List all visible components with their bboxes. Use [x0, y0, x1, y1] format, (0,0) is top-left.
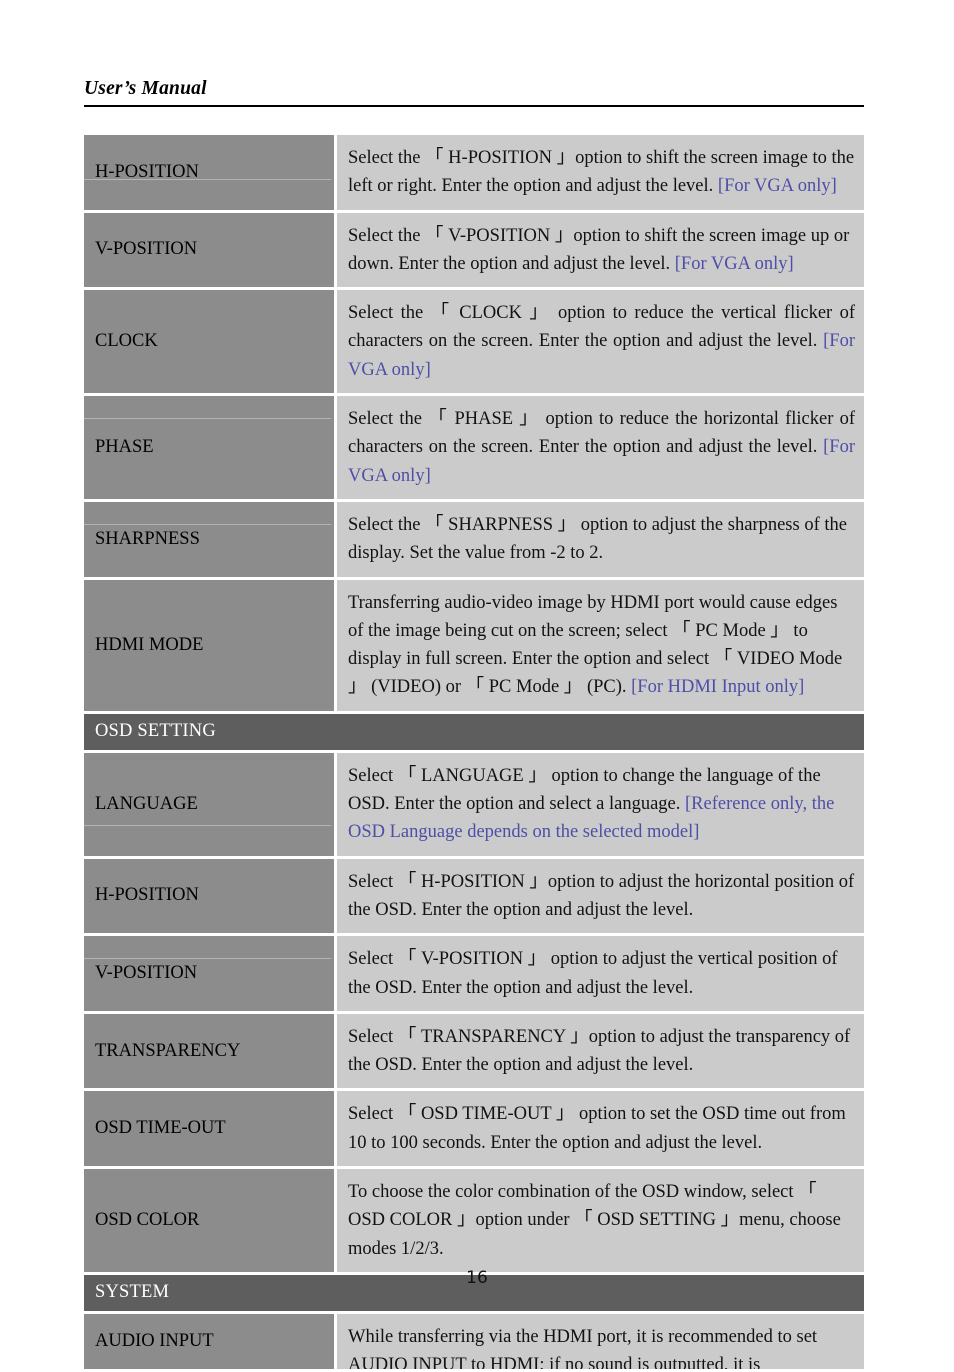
setting-description: While transferring via the HDMI port, it…: [348, 1326, 818, 1369]
setting-description: Select 「 H-POSITION 」option to adjust th…: [348, 871, 855, 920]
setting-name: SHARPNESS: [95, 528, 200, 549]
table-row: OSD TIME-OUT Select 「 OSD TIME-OUT 」 opti…: [84, 1091, 864, 1167]
table-section-row: OSD SETTING: [84, 713, 864, 750]
setting-name: OSD COLOR: [95, 1209, 200, 1230]
table-cell-label: OSD TIME-OUT: [84, 1091, 334, 1167]
setting-description: Select the 「 CLOCK 」 option to reduce th…: [348, 303, 855, 352]
table-cell-label: V-POSITION: [84, 212, 334, 288]
table-cell-description: While transferring via the HDMI port, it…: [337, 1313, 864, 1369]
table-cell-description: Transferring audio-video image by HDMI p…: [337, 579, 864, 711]
table-row: HDMI MODE Transferring audio-video image …: [84, 579, 864, 711]
setting-name: OSD TIME-OUT: [95, 1118, 226, 1139]
table-cell-description: Select the 「 V-POSITION 」option to shift…: [337, 212, 864, 288]
table-row: CLOCK Select the 「 CLOCK 」 option to redu…: [84, 290, 864, 394]
setting-name: CLOCK: [95, 331, 158, 352]
table-row: OSD COLOR To choose the color combination…: [84, 1169, 864, 1272]
table-cell-label: HDMI MODE: [84, 579, 334, 711]
setting-name: AUDIO INPUT: [95, 1330, 214, 1351]
setting-name: HDMI MODE: [95, 634, 204, 655]
table-cell-description: Select the 「 H-POSITION 」option to shift…: [337, 135, 864, 210]
table-cell-description: Select 「 TRANSPARENCY 」option to adjust …: [337, 1013, 864, 1089]
table-cell-label: H-POSITION: [84, 135, 334, 210]
table-cell-description: Select 「 OSD TIME-OUT 」 option to set th…: [337, 1091, 864, 1167]
osd-settings-table: H-POSITION Select the 「 H-POSITION 」optio…: [84, 135, 864, 1372]
table-cell-description: Select the 「 PHASE 」 option to reduce th…: [337, 396, 864, 499]
running-header: User’s Manual: [84, 78, 864, 108]
setting-name: H-POSITION: [95, 885, 199, 906]
table-cell-description: Select 「 V-POSITION 」 option to adjust t…: [337, 936, 864, 1011]
table-cell-label: PHASE: [84, 396, 334, 499]
page-title: User’s Manual: [84, 78, 207, 99]
setting-name: LANGUAGE: [95, 793, 198, 814]
setting-description: To choose the color combination of the O…: [348, 1182, 841, 1259]
page-footer: 16: [0, 1268, 954, 1288]
table-cell-description: Select 「 LANGUAGE 」 option to change the…: [337, 752, 864, 856]
setting-name: V-POSITION: [95, 963, 198, 984]
table-row: H-POSITION Select 「 H-POSITION 」option to…: [84, 858, 864, 934]
setting-description: Select 「 TRANSPARENCY 」option to adjust …: [348, 1026, 851, 1076]
setting-availability-note: [For VGA only]: [717, 176, 837, 197]
header-divider: [84, 105, 864, 108]
table-cell-label: CLOCK: [84, 290, 334, 394]
setting-description: Select the 「 PHASE 」 option to reduce th…: [348, 409, 855, 458]
section-header-osd-setting: OSD SETTING: [84, 713, 864, 750]
table-cell-description: Select the 「 SHARPNESS 」 option to adjus…: [337, 501, 864, 577]
setting-description: Select 「 OSD TIME-OUT 」 option to set th…: [348, 1104, 846, 1153]
page-number: 16: [466, 1268, 488, 1288]
setting-name: H-POSITION: [95, 161, 199, 182]
table-cell-label: SHARPNESS: [84, 501, 334, 577]
setting-availability-note: [For VGA only]: [674, 253, 794, 274]
setting-name: V-POSITION: [95, 239, 198, 260]
document-page: User’s Manual H-POSITION Select the 「 H-P…: [0, 0, 954, 1369]
table-row: V-POSITION Select 「 V-POSITION 」 option t…: [84, 936, 864, 1011]
table-cell-description: Select the 「 CLOCK 」 option to reduce th…: [337, 290, 864, 394]
table-cell-label: V-POSITION: [84, 936, 334, 1011]
table-cell-label: OSD COLOR: [84, 1169, 334, 1272]
table-row: LANGUAGE Select 「 LANGUAGE 」 option to ch…: [84, 752, 864, 856]
table-cell-label: H-POSITION: [84, 858, 334, 934]
setting-description: Select 「 V-POSITION 」 option to adjust t…: [348, 949, 838, 998]
table-cell-label: AUDIO INPUT: [84, 1313, 334, 1369]
setting-availability-note: [For HDMI Input only]: [631, 677, 805, 698]
table-row: H-POSITION Select the 「 H-POSITION 」optio…: [84, 135, 864, 210]
setting-description: Select the 「 SHARPNESS 」 option to adjus…: [348, 514, 847, 564]
table-row: AUDIO INPUT While transferring via the HD…: [84, 1313, 864, 1369]
table-cell-description: Select 「 H-POSITION 」option to adjust th…: [337, 858, 864, 934]
table-cell-description: To choose the color combination of the O…: [337, 1169, 864, 1272]
table-cell-label: LANGUAGE: [84, 752, 334, 856]
table-row: TRANSPARENCY Select 「 TRANSPARENCY 」optio…: [84, 1013, 864, 1089]
setting-name: PHASE: [95, 437, 154, 458]
table-cell-label: TRANSPARENCY: [84, 1013, 334, 1089]
table-row: PHASE Select the 「 PHASE 」 option to redu…: [84, 396, 864, 499]
table-row: V-POSITION Select the 「 V-POSITION 」optio…: [84, 212, 864, 288]
setting-name: TRANSPARENCY: [95, 1040, 241, 1061]
table-row: SHARPNESS Select the 「 SHARPNESS 」 option…: [84, 501, 864, 577]
